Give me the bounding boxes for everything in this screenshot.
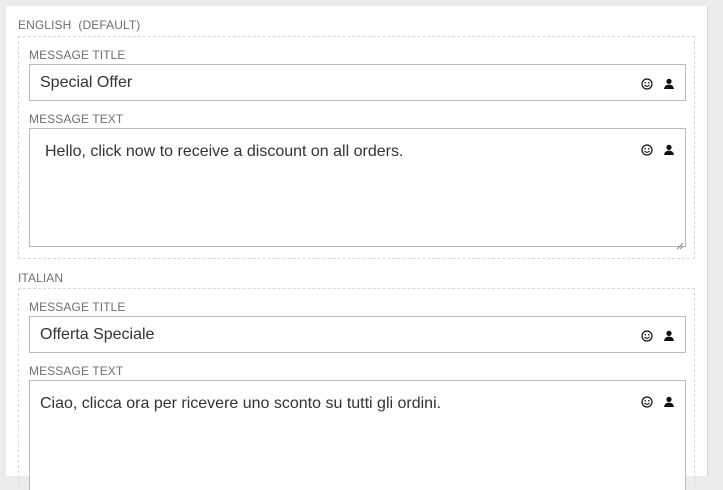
message-text-area-english[interactable]: Hello, click now to receive a discount o… — [29, 128, 686, 250]
message-text-area-italian[interactable]: Ciao, clicca ora per ricevere uno sconto… — [29, 380, 686, 490]
smiley-icon[interactable] — [641, 77, 653, 90]
message-text-label: MESSAGE TEXT — [29, 364, 124, 378]
language-name: ENGLISH — [18, 18, 72, 32]
smiley-icon[interactable] — [641, 329, 653, 342]
user-icon[interactable] — [663, 395, 675, 407]
message-title-input-italian[interactable]: Offerta Speciale — [29, 316, 686, 353]
language-heading-english: ENGLISH (DEFAULT) — [18, 18, 140, 32]
user-icon[interactable] — [663, 329, 675, 341]
resize-handle-icon[interactable] — [676, 237, 684, 250]
message-title-label: MESSAGE TITLE — [29, 300, 126, 314]
message-title-value: Offerta Speciale — [40, 326, 155, 343]
language-name: ITALIAN — [18, 271, 64, 285]
message-text-value: Ciao, clicca ora per ricevere uno sconto… — [40, 395, 442, 412]
user-icon[interactable] — [663, 143, 675, 155]
smiley-icon[interactable] — [641, 395, 653, 408]
message-title-value: Special Offer — [40, 74, 133, 91]
translations-panel: ENGLISH (DEFAULT) MESSAGE TITLE Special O… — [6, 6, 708, 490]
smiley-icon[interactable] — [641, 143, 653, 156]
message-text-label: MESSAGE TEXT — [29, 112, 124, 126]
default-tag: (DEFAULT) — [78, 18, 141, 32]
language-heading-italian: ITALIAN — [18, 271, 63, 285]
user-icon[interactable] — [663, 77, 675, 89]
message-text-value: Hello, click now to receive a discount o… — [45, 143, 404, 160]
message-title-input-english[interactable]: Special Offer — [29, 64, 686, 101]
message-title-label: MESSAGE TITLE — [29, 48, 126, 62]
